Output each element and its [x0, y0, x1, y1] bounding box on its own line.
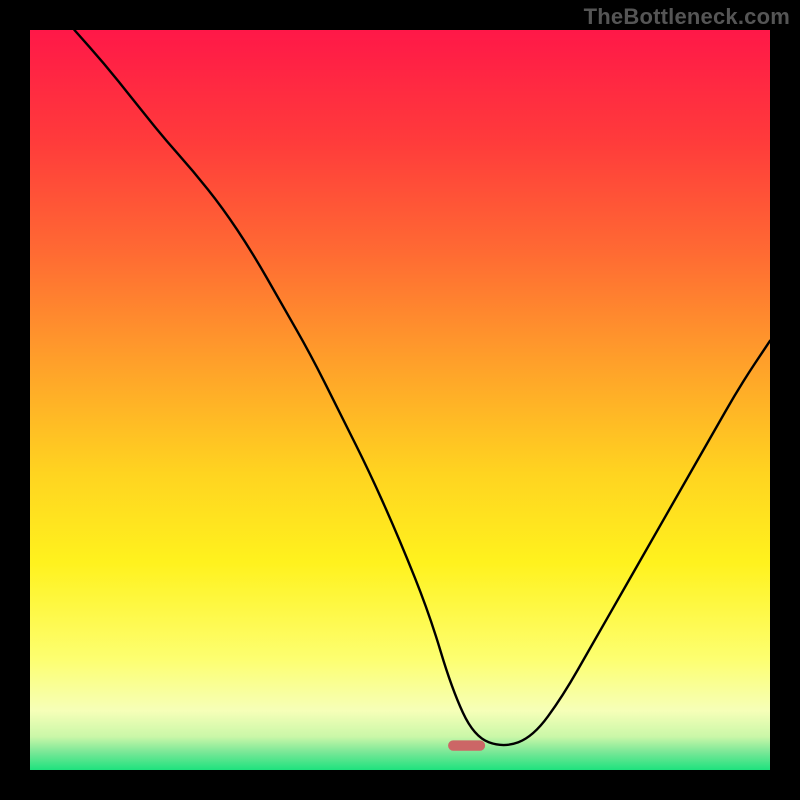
bottleneck-chart — [0, 0, 800, 800]
attribution-text: TheBottleneck.com — [584, 4, 790, 30]
chart-plot-area — [30, 30, 770, 770]
chart-container: TheBottleneck.com — [0, 0, 800, 800]
optimum-marker — [448, 740, 485, 750]
